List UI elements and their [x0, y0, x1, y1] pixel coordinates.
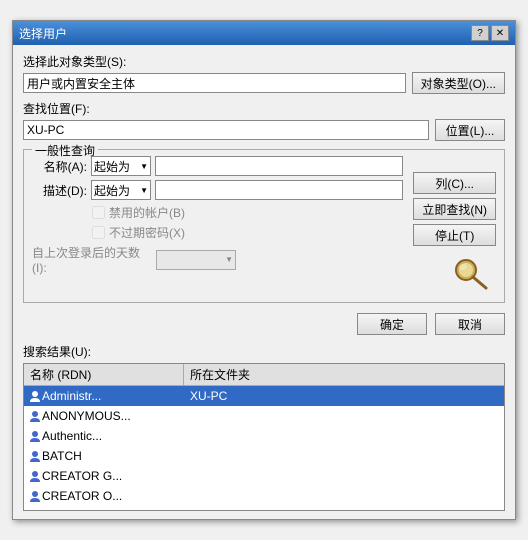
table-body: Administr... XU-PC ANONYMOUS... Authentic..…: [24, 386, 504, 511]
results-table[interactable]: 名称 (RDN) 所在文件夹 Administr... XU-PC ANONYMOU…: [23, 363, 505, 511]
close-button[interactable]: ✕: [491, 25, 509, 41]
user-icon: [28, 429, 42, 443]
search-magnifier-icon: [448, 254, 496, 294]
checkbox2-row: 不过期密码(X): [92, 224, 403, 241]
dialog-body: 选择此对象类型(S): 对象类型(O)... 查找位置(F): 位置(L)...…: [13, 45, 515, 519]
object-type-label: 选择此对象类型(S):: [23, 53, 505, 70]
desc-label: 描述(D):: [32, 182, 87, 199]
table-header: 名称 (RDN) 所在文件夹: [24, 364, 504, 386]
row-folder: [184, 455, 504, 457]
disabled-account-checkbox[interactable]: [92, 206, 105, 219]
object-type-button[interactable]: 对象类型(O)...: [412, 72, 505, 94]
cancel-button[interactable]: 取消: [435, 313, 505, 335]
row-folder: [184, 435, 504, 437]
desc-input[interactable]: [155, 180, 403, 200]
desc-row: 描述(D): 起始为 ▼: [32, 180, 403, 200]
user-icon: [28, 409, 42, 423]
title-bar: 选择用户 ? ✕: [13, 21, 515, 45]
location-row: 位置(L)...: [23, 119, 505, 141]
results-section: 搜索结果(U): 名称 (RDN) 所在文件夹 Administr... XU-P…: [23, 343, 505, 511]
row-folder: [184, 495, 504, 497]
row-folder: XU-PC: [184, 388, 504, 404]
results-label: 搜索结果(U):: [23, 343, 505, 360]
right-buttons: 列(C)... 立即查找(N) 停止(T): [413, 172, 496, 294]
table-row[interactable]: Authentic...: [24, 426, 504, 446]
row-name: CREATOR O...: [42, 489, 122, 503]
search-now-button[interactable]: 立即查找(N): [413, 198, 496, 220]
row-name: BATCH: [42, 449, 82, 463]
desc-combo-arrow: ▼: [140, 186, 148, 195]
name-combo-arrow: ▼: [140, 162, 148, 171]
object-type-section: 选择此对象类型(S): 对象类型(O)...: [23, 53, 505, 94]
group-left: 名称(A): 起始为 ▼ 描述(D): 起始为 ▼: [32, 156, 403, 294]
location-field[interactable]: [23, 120, 429, 140]
user-icon: [28, 489, 42, 503]
ok-button[interactable]: 确定: [357, 313, 427, 335]
row-name: Authentic...: [42, 429, 102, 443]
row-name: CREATOR G...: [42, 469, 122, 483]
date-combo-arrow: ▼: [225, 255, 233, 264]
row-folder: [184, 475, 504, 477]
location-label: 查找位置(F):: [23, 100, 505, 117]
col-button[interactable]: 列(C)...: [413, 172, 496, 194]
name-combo[interactable]: 起始为 ▼: [91, 156, 151, 176]
name-row: 名称(A): 起始为 ▼: [32, 156, 403, 176]
table-row[interactable]: Administr... XU-PC: [24, 386, 504, 406]
group-query-title: 一般性查询: [32, 142, 98, 159]
location-section: 查找位置(F): 位置(L)...: [23, 100, 505, 141]
checkbox1-label: 禁用的帐户(B): [109, 204, 185, 221]
row-name: ANONYMOUS...: [42, 409, 131, 423]
table-row[interactable]: BATCH: [24, 446, 504, 466]
date-label: 自上次登录后的天数(I):: [32, 244, 152, 275]
help-button[interactable]: ?: [471, 25, 489, 41]
title-buttons: ? ✕: [471, 25, 509, 41]
stop-button[interactable]: 停止(T): [413, 224, 496, 246]
object-type-row: 对象类型(O)...: [23, 72, 505, 94]
desc-combo[interactable]: 起始为 ▼: [91, 180, 151, 200]
ok-cancel-row: 确定 取消: [23, 313, 505, 335]
table-row[interactable]: CREATOR O...: [24, 486, 504, 506]
name-input[interactable]: [155, 156, 403, 176]
user-icon: [28, 469, 42, 483]
date-row: 自上次登录后的天数(I): ▼: [32, 244, 403, 275]
table-row[interactable]: ANONYMOUS...: [24, 406, 504, 426]
location-button[interactable]: 位置(L)...: [435, 119, 505, 141]
col-name-header: 名称 (RDN): [24, 364, 184, 385]
user-icon: [28, 389, 42, 403]
user-icon: [28, 509, 42, 511]
row-name: DIALUP: [42, 509, 85, 511]
group-content: 名称(A): 起始为 ▼ 描述(D): 起始为 ▼: [32, 156, 496, 294]
name-label: 名称(A):: [32, 158, 87, 175]
checkbox1-row: 禁用的帐户(B): [92, 204, 403, 221]
row-folder: [184, 415, 504, 417]
checkbox2-label: 不过期密码(X): [109, 224, 185, 241]
select-user-dialog: 选择用户 ? ✕ 选择此对象类型(S): 对象类型(O)... 查找位置(F):…: [12, 20, 516, 520]
dialog-title: 选择用户: [19, 25, 67, 42]
table-row[interactable]: DIALUP: [24, 506, 504, 511]
user-icon: [28, 449, 42, 463]
object-type-field[interactable]: [23, 73, 406, 93]
no-expire-password-checkbox[interactable]: [92, 226, 105, 239]
col-folder-header: 所在文件夹: [184, 364, 504, 385]
row-name: Administr...: [42, 389, 101, 403]
general-query-box: 一般性查询 名称(A): 起始为 ▼ 描述(D):: [23, 149, 505, 303]
table-row[interactable]: CREATOR G...: [24, 466, 504, 486]
date-combo[interactable]: ▼: [156, 250, 236, 270]
